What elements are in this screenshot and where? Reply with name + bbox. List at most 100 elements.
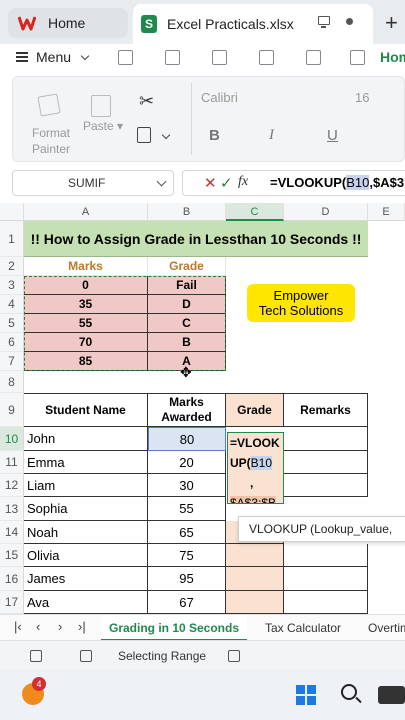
copy-dropdown-icon[interactable] [161, 130, 171, 140]
font-size-select[interactable]: 16 [355, 85, 405, 111]
marks-cell[interactable]: 67 [148, 591, 226, 614]
row-header[interactable]: 3 [0, 276, 24, 295]
grade-table-grade[interactable]: D [148, 295, 226, 314]
cell-editor-c10[interactable]: =VLOOK UP(B10 , $A$3:$B [227, 432, 284, 504]
tab-home[interactable]: Home [8, 8, 128, 38]
enter-formula-icon[interactable]: ✓ [220, 174, 233, 192]
row-header[interactable]: 8 [0, 371, 24, 393]
row-header[interactable]: 13 [0, 497, 24, 521]
grade-table-grade[interactable]: B [148, 333, 226, 352]
sheet-tab-grading[interactable]: Grading in 10 Seconds [101, 615, 247, 641]
row-header[interactable]: 14 [0, 521, 24, 544]
format-painter-label[interactable]: Format Painter [29, 125, 73, 157]
underline-button[interactable]: U [327, 127, 338, 144]
next-sheet-icon[interactable]: › [58, 619, 62, 634]
tab-status-dot-icon[interactable] [346, 18, 353, 25]
row-header[interactable]: 6 [0, 333, 24, 352]
first-sheet-icon[interactable]: |‹ [14, 619, 22, 634]
search-icon[interactable] [341, 684, 357, 700]
name-box[interactable]: SUMIF [12, 170, 174, 196]
grade-table-marks[interactable]: 35 [24, 295, 148, 314]
window-mode-icon[interactable] [318, 16, 330, 28]
grade-cell[interactable] [226, 591, 284, 614]
spreadsheet-grid[interactable]: A B C D E 1 2 3 4 5 6 7 8 9 10 11 12 13 … [0, 203, 405, 614]
cancel-formula-icon[interactable]: ✕ [204, 174, 217, 192]
grade-table-header-grade[interactable]: Grade [148, 257, 226, 276]
header-marks-awarded[interactable]: Marks Awarded [148, 393, 226, 427]
grade-table-marks[interactable]: 70 [24, 333, 148, 352]
font-name-select[interactable]: Calibri [199, 85, 349, 111]
formula-input[interactable]: =VLOOKUP(B10,$A$3: [270, 175, 405, 190]
row-header[interactable]: 5 [0, 314, 24, 333]
grade-table-marks[interactable]: 85 [24, 352, 148, 371]
column-header-a[interactable]: A [24, 203, 148, 221]
task-view-icon[interactable] [378, 686, 405, 704]
row-header[interactable]: 16 [0, 567, 24, 591]
title-banner[interactable]: !! How to Assign Grade in Lessthan 10 Se… [24, 221, 368, 257]
grade-table-marks[interactable]: 0 [24, 276, 148, 295]
export-pdf-icon[interactable] [212, 50, 227, 65]
remarks-cell[interactable] [284, 591, 368, 614]
bold-button[interactable]: B [209, 127, 220, 144]
print-icon[interactable] [259, 50, 274, 65]
remarks-cell[interactable] [284, 451, 368, 474]
cut-icon[interactable]: ✂ [139, 91, 154, 112]
hamburger-icon[interactable] [16, 52, 28, 62]
student-name-cell[interactable]: Ava [24, 591, 148, 614]
grade-table-marks[interactable]: 55 [24, 314, 148, 333]
column-header-e[interactable]: E [368, 203, 405, 221]
column-header-c[interactable]: C [226, 203, 284, 221]
format-painter-icon[interactable] [37, 93, 61, 117]
student-name-cell[interactable]: John [24, 427, 148, 451]
macro-icon[interactable] [30, 650, 42, 662]
marks-cell[interactable]: 20 [148, 451, 226, 474]
header-remarks[interactable]: Remarks [284, 393, 368, 427]
settings-icon[interactable] [228, 650, 240, 662]
row-header[interactable]: 9 [0, 393, 24, 427]
ribbon-tab-home[interactable]: Hom [380, 49, 405, 65]
marks-cell-b10[interactable]: 80 [148, 427, 226, 451]
row-header[interactable]: 7 [0, 352, 24, 371]
column-header-d[interactable]: D [284, 203, 368, 221]
row-header[interactable]: 2 [0, 257, 24, 276]
paste-button[interactable]: Paste ▾ [83, 119, 123, 133]
paste-icon[interactable] [91, 95, 111, 117]
new-tab-button[interactable]: + [385, 10, 398, 36]
student-name-cell[interactable]: Liam [24, 474, 148, 497]
last-sheet-icon[interactable]: ›| [78, 619, 86, 634]
marks-cell[interactable]: 65 [148, 521, 226, 544]
grade-table-header-marks[interactable]: Marks [24, 257, 148, 276]
select-all-corner[interactable] [0, 203, 24, 221]
header-grade[interactable]: Grade [226, 393, 284, 427]
grade-table-grade[interactable]: C [148, 314, 226, 333]
student-name-cell[interactable]: Olivia [24, 544, 148, 567]
row-header[interactable]: 12 [0, 474, 24, 497]
marks-cell[interactable]: 75 [148, 544, 226, 567]
remarks-cell[interactable] [284, 474, 368, 497]
grade-cell[interactable] [226, 567, 284, 591]
print-preview-icon[interactable] [306, 50, 321, 65]
column-header-b[interactable]: B [148, 203, 226, 221]
remarks-cell[interactable] [284, 567, 368, 591]
cell-mode-icon[interactable] [80, 650, 92, 662]
student-name-cell[interactable]: Emma [24, 451, 148, 474]
menu-button[interactable]: Menu [36, 49, 71, 65]
row-header[interactable]: 11 [0, 451, 24, 474]
row-header[interactable]: 15 [0, 544, 24, 567]
sheet-tab-tax-calculator[interactable]: Tax Calculator [265, 615, 341, 641]
grade-table-grade[interactable]: Fail [148, 276, 226, 295]
marks-cell[interactable]: 30 [148, 474, 226, 497]
open-folder-icon[interactable] [118, 50, 133, 65]
row-header[interactable]: 4 [0, 295, 24, 314]
undo-icon[interactable] [350, 50, 365, 65]
remarks-cell[interactable] [284, 544, 368, 567]
chevron-down-icon[interactable] [80, 51, 90, 61]
row-header[interactable]: 1 [0, 221, 24, 257]
row-header[interactable]: 17 [0, 591, 24, 614]
insert-function-icon[interactable]: fx [238, 174, 248, 190]
student-name-cell[interactable]: James [24, 567, 148, 591]
marks-cell[interactable]: 95 [148, 567, 226, 591]
copy-icon[interactable] [137, 127, 151, 143]
student-name-cell[interactable]: Noah [24, 521, 148, 544]
sheet-tab-overtime[interactable]: Overtim [368, 615, 405, 641]
